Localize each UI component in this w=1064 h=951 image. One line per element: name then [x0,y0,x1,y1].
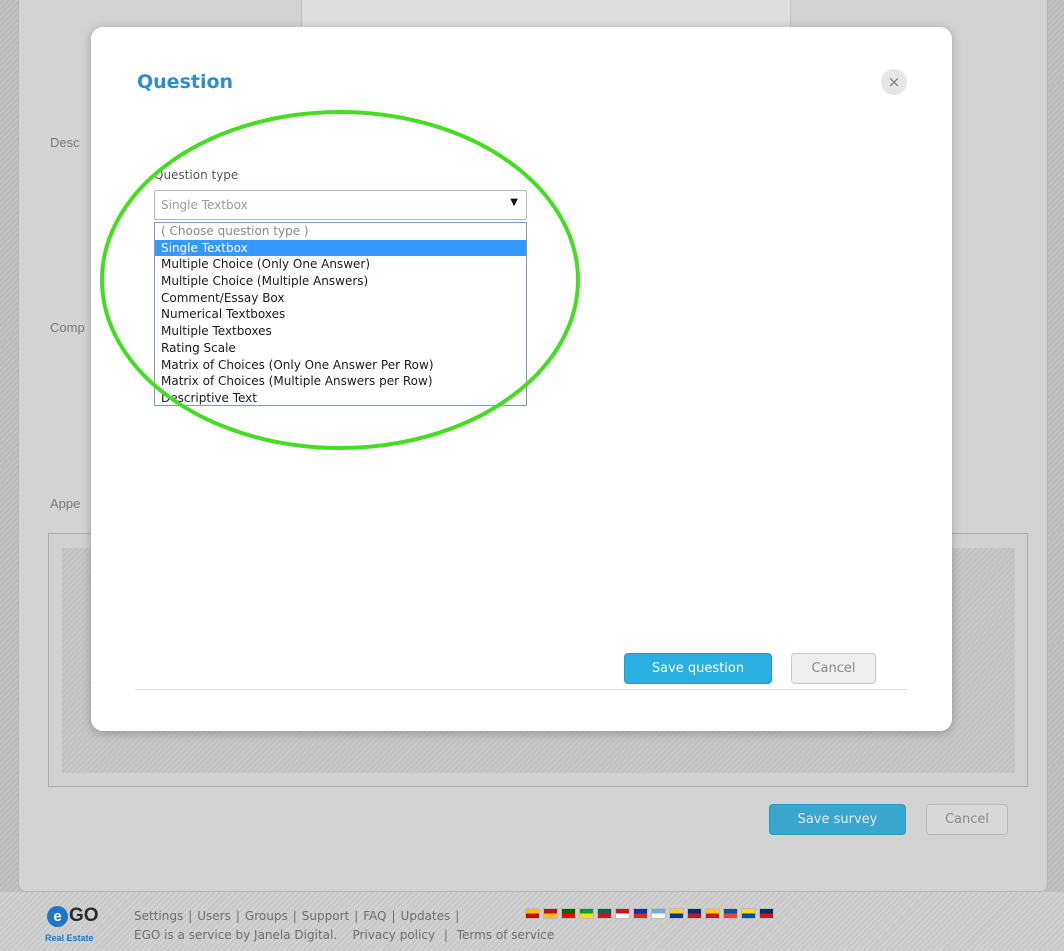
footer-link-updates[interactable]: Updates [401,909,451,923]
flag-france-icon[interactable] [723,908,738,919]
language-flags [525,908,774,922]
flag-spain-icon[interactable] [543,908,558,919]
flag-argentina-icon[interactable] [651,908,666,919]
flag-portugal-icon[interactable] [561,908,576,919]
question-type-label: Question type [154,168,239,182]
dropdown-option[interactable]: Multiple Textboxes [155,323,526,340]
flag-catalonia-icon[interactable] [525,908,540,919]
dropdown-option[interactable]: Multiple Choice (Only One Answer) [155,256,526,273]
service-by-text: EGO is a service by Janela Digital. [134,928,338,942]
modal-title: Question [137,71,234,93]
terms-of-service-link[interactable]: Terms of service [457,928,555,942]
dropdown-option[interactable]: Comment/Essay Box [155,290,526,307]
dropdown-option[interactable]: Matrix of Choices (Multiple Answers per … [155,373,526,390]
flag-ecuador-icon[interactable] [741,908,756,919]
flag-colombia-icon[interactable] [669,908,684,919]
question-modal: Question × Question type Single Textbox … [91,27,952,731]
footer-separator: | [443,928,448,942]
question-type-dropdown-list: ( Choose question type ) Single Textbox Mu… [154,222,527,406]
footer-separator: | [188,909,193,923]
flag-costa-rica-icon[interactable] [687,908,702,919]
dropdown-option[interactable]: Multiple Choice (Multiple Answers) [155,273,526,290]
footer-separator: | [354,909,359,923]
footer-separator: | [455,909,460,923]
footer-link-settings[interactable]: Settings [134,909,183,923]
footer-link-users[interactable]: Users [197,909,231,923]
flag-venezuela-icon[interactable] [705,908,720,919]
dropdown-option[interactable]: Descriptive Text [155,390,526,407]
footer-separator: | [391,909,396,923]
footer-credits: EGO is a service by Janela Digital. Priv… [134,928,554,942]
footer-link-groups[interactable]: Groups [245,909,288,923]
ego-logo[interactable]: e GO Real Estate [45,905,115,951]
dropdown-option[interactable]: Single Textbox [155,239,526,257]
flag-dominican-republic-icon[interactable] [759,908,774,919]
flag-chile-icon[interactable] [633,908,648,919]
flag-brazil-icon[interactable] [579,908,594,919]
save-question-button[interactable]: Save question [624,653,772,684]
footer-link-support[interactable]: Support [302,909,349,923]
logo-text: GO [69,905,99,926]
flag-peru-icon[interactable] [615,908,630,919]
question-cancel-button[interactable]: Cancel [791,653,876,684]
close-icon[interactable]: × [881,69,907,95]
dropdown-option[interactable]: Numerical Textboxes [155,306,526,323]
footer: e GO Real Estate Settings | Users | Groups | S… [45,905,1045,951]
privacy-policy-link[interactable]: Privacy policy [352,928,435,942]
question-type-select-value: Single Textbox [161,198,248,212]
flag-mexico-icon[interactable] [597,908,612,919]
dropdown-option[interactable]: Rating Scale [155,340,526,357]
footer-separator: | [235,909,240,923]
modal-footer-divider [135,689,907,690]
footer-link-faq[interactable]: FAQ [363,909,386,923]
dropdown-option[interactable]: ( Choose question type ) [155,223,526,240]
footer-nav: Settings | Users | Groups | Support | FAQ | Update… [134,909,464,923]
question-type-select[interactable]: Single Textbox ▼ [154,190,527,220]
dropdown-option[interactable]: Matrix of Choices (Only One Answer Per R… [155,357,526,374]
logo-subtitle: Real Estate [45,933,94,943]
chevron-down-icon: ▼ [510,197,518,208]
logo-mark: e [47,906,68,927]
footer-separator: | [292,909,297,923]
